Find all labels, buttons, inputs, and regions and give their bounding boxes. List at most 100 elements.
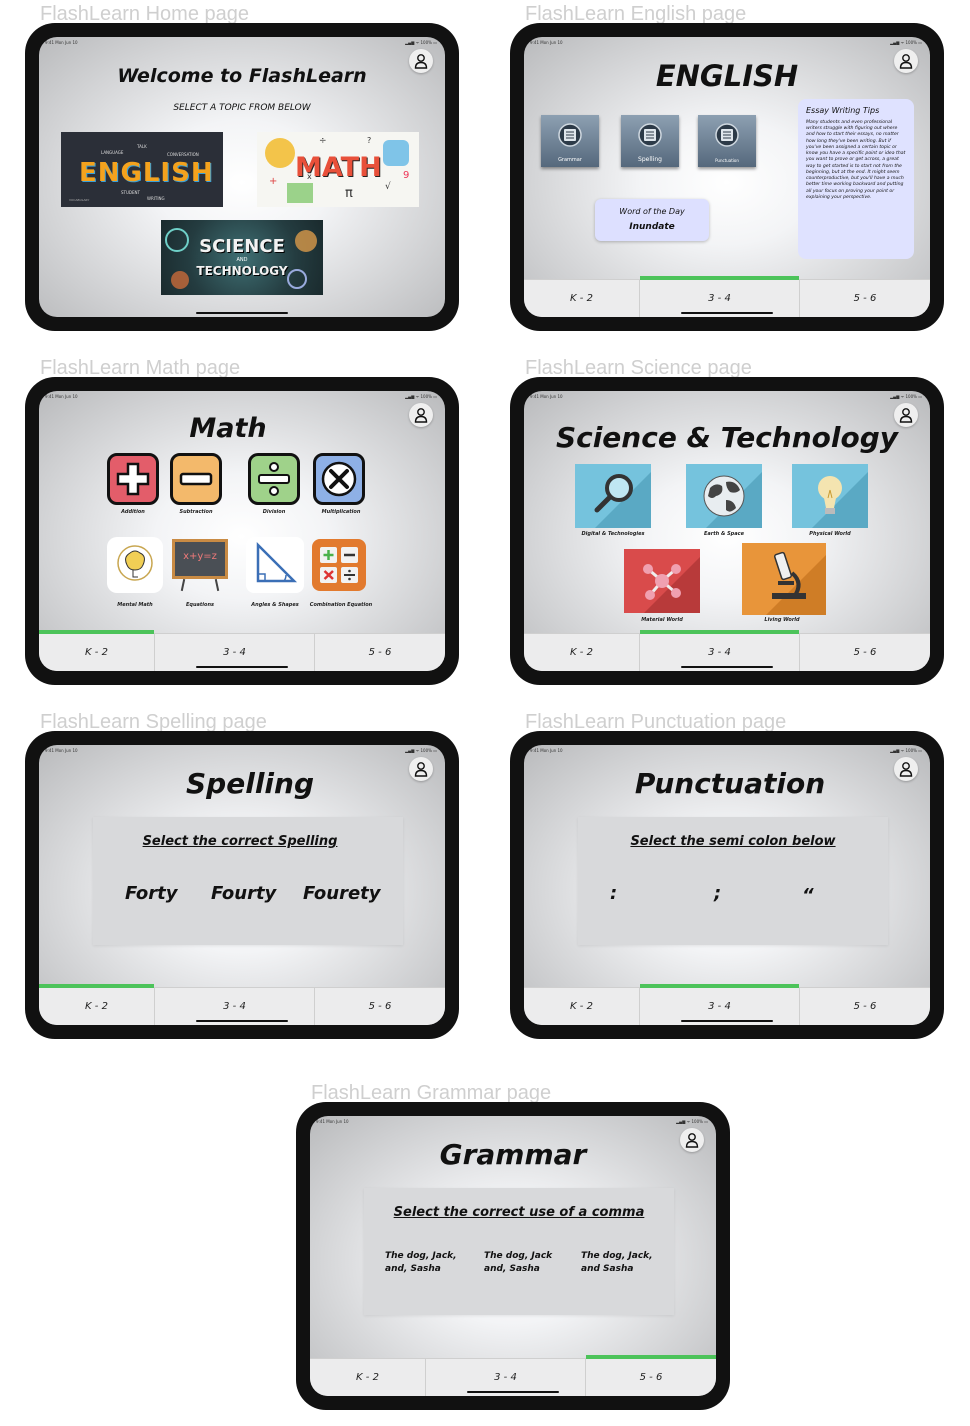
multiplication-button[interactable] [313,453,365,505]
tab-k-2[interactable]: K - 2 [310,1359,426,1396]
page-title: Welcome to FlashLearn [117,65,367,87]
microscope-icon [766,551,826,615]
math-doodle-bg [287,183,313,203]
word-of-day-label: Word of the Day [619,207,685,216]
question-card: Select the semi colon below : ; “ [578,817,888,945]
tab-5-6[interactable]: 5 - 6 [315,988,445,1025]
earth-space-label: Earth & Space [704,531,744,537]
page-title: Spelling [186,767,314,800]
physical-world-button[interactable] [792,464,868,528]
answer-option-3[interactable]: Fourety [303,883,381,904]
divide-icon [258,462,290,496]
ipad-frame-home: 9:41 Mon Jun 10 ▂▄▆ ᯤ 100% ▭ Welcome to F… [25,23,459,331]
addition-button[interactable] [107,453,159,505]
angles-shapes-label: Angles & Shapes [251,602,299,608]
status-bar: 9:41 Mon Jun 10 ▂▄▆ ᯤ 100% ▭ [530,394,922,399]
tab-k-2[interactable]: K - 2 [39,630,155,671]
addition-label: Addition [121,509,145,515]
answer-option-2[interactable]: The dog, Jack and, Sasha [484,1250,560,1276]
frame-label-spelling: FlashLearn Spelling page [40,711,267,733]
frame-label-english: FlashLearn English page [525,3,747,25]
banner-math-text: MATH [295,152,382,183]
screen-english: 9:41 Mon Jun 10 ▂▄▆ ᯤ 100% ▭ ENGLISH Gram… [524,37,930,317]
answer-option-3[interactable]: The dog, Jack, and Sasha [581,1250,657,1276]
math-doodle: + [269,176,278,187]
brain-icon [117,545,153,581]
tab-5-6[interactable]: 5 - 6 [800,280,930,317]
subtraction-button[interactable] [170,453,222,505]
word-of-day-card[interactable]: Word of the Day Inundate [595,199,709,241]
ipad-frame-science: 9:41 Mon Jun 10 ▂▄▆ ᯤ 100% ▭ Science & Te… [510,377,944,685]
frame-label-grammar: FlashLearn Grammar page [311,1082,552,1104]
ipad-frame-english: 9:41 Mon Jun 10 ▂▄▆ ᯤ 100% ▭ ENGLISH Gram… [510,23,944,331]
tab-5-6[interactable]: 5 - 6 [586,1355,716,1396]
tab-k-2[interactable]: K - 2 [39,984,155,1025]
easel-leg [214,578,220,592]
combination-equation-button[interactable] [312,539,366,591]
essay-tips-body: Many students and even professional writ… [806,120,906,200]
tab-5-6[interactable]: 5 - 6 [800,988,930,1025]
plus-icon [116,462,150,496]
division-label: Division [262,509,286,515]
page-subtitle: SELECT A TOPIC FROM BELOW [173,103,311,113]
punctuation-button[interactable]: Punctuation [698,115,756,167]
spelling-button[interactable]: Spelling [621,115,679,167]
math-topic-banner[interactable]: + ÷ π √ 9 x ? MATH [257,132,419,207]
digital-technologies-button[interactable] [575,464,651,528]
living-world-button[interactable] [742,543,826,615]
ipad-frame-punctuation: 9:41 Mon Jun 10 ▂▄▆ ᯤ 100% ▭ Punctuation … [510,731,944,1039]
home-indicator [196,1020,288,1022]
banner-word: VOCABULARY [69,198,90,202]
tab-5-6[interactable]: 5 - 6 [315,634,445,671]
division-button[interactable] [248,453,300,505]
question-card: Select the correct use of a comma The do… [364,1188,674,1315]
frame-label-home: FlashLearn Home page [40,3,250,25]
page-title: Math [189,413,267,444]
globe-icon [703,472,762,528]
answer-option-2[interactable]: ; [714,883,721,904]
home-indicator [681,312,773,314]
screen-math: 9:41 Mon Jun 10 ▂▄▆ ᯤ 100% ▭ Math Additio… [39,391,445,671]
punctuation-button-label: Punctuation [715,158,739,163]
grammar-button-label: Grammar [558,157,582,163]
mental-math-button[interactable] [107,537,163,593]
page-title: Grammar [439,1138,587,1171]
word-of-day-value: Inundate [629,222,675,232]
question-text: Select the correct use of a comma [393,1205,645,1220]
english-topic-banner[interactable]: LANGUAGE TALK CONVERSATION ENGLISH STUDE… [61,132,223,207]
equations-button[interactable]: x+y=z [170,537,230,593]
material-world-button[interactable] [624,549,700,613]
math-doodle: ? [367,136,372,145]
ipad-frame-math: 9:41 Mon Jun 10 ▂▄▆ ᯤ 100% ▭ Math Additio… [25,377,459,685]
answer-option-2[interactable]: Fourty [211,883,276,904]
material-world-label: Material World [641,617,683,623]
grammar-button[interactable]: Grammar [541,115,599,167]
answer-option-1[interactable]: The dog, Jack, and, Sasha [385,1250,461,1276]
home-indicator [681,1020,773,1022]
tab-k-2[interactable]: K - 2 [524,988,640,1025]
mental-math-label: Mental Math [117,602,153,608]
answer-option-1[interactable]: Forty [125,883,177,904]
answer-option-3[interactable]: “ [802,885,814,906]
earth-space-button[interactable] [686,464,762,528]
answer-option-1[interactable]: : [610,883,617,904]
spelling-button-label: Spelling [638,156,662,163]
multiplication-label: Multiplication [321,509,361,515]
tab-k-2[interactable]: K - 2 [524,634,640,671]
tab-5-6[interactable]: 5 - 6 [800,634,930,671]
angles-shapes-button[interactable] [246,537,304,593]
status-bar: 9:41 Mon Jun 10 ▂▄▆ ᯤ 100% ▭ [45,40,437,45]
minus-icon [179,472,213,486]
banner-word: WRITING [147,196,165,201]
essay-tips-card: Essay Writing Tips Many students and eve… [798,99,914,259]
screen-science: 9:41 Mon Jun 10 ▂▄▆ ᯤ 100% ▭ Science & Te… [524,391,930,671]
subtraction-label: Subtraction [179,509,213,515]
triangle-icon [256,541,298,583]
page-title: Punctuation [634,767,826,800]
science-topic-banner[interactable]: SCIENCE AND TECHNOLOGY [161,220,323,295]
home-indicator [196,312,288,314]
tab-k-2[interactable]: K - 2 [524,280,640,317]
frame-label-science: FlashLearn Science page [525,357,752,379]
status-bar: 9:41 Mon Jun 10 ▂▄▆ ᯤ 100% ▭ [316,1119,708,1124]
status-bar: 9:41 Mon Jun 10 ▂▄▆ ᯤ 100% ▭ [530,748,922,753]
